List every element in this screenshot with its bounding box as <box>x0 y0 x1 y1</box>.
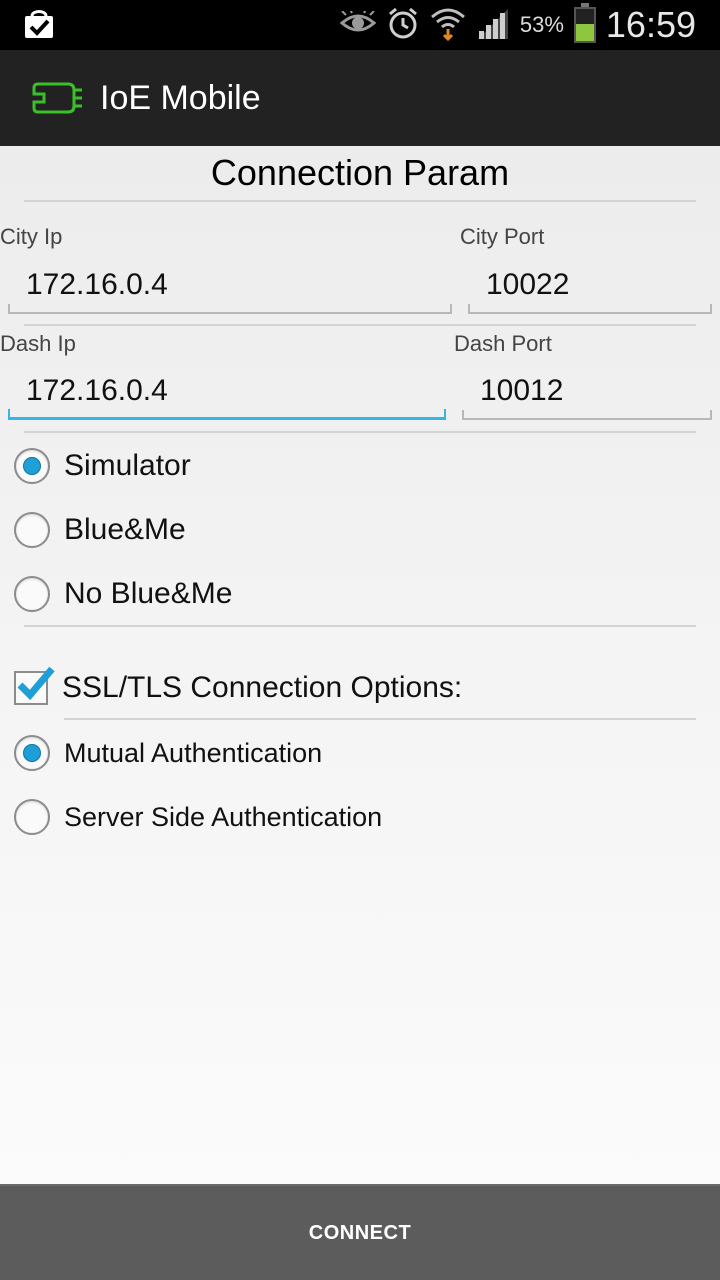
radio-blue-and-me[interactable]: Blue&Me <box>14 505 186 555</box>
divider <box>24 324 696 326</box>
clock: 16:59 <box>605 4 696 45</box>
battery-icon <box>573 3 596 43</box>
radio-button[interactable] <box>14 799 50 835</box>
ssl-tls-label: SSL/TLS Connection Options: <box>62 671 463 704</box>
radio-button[interactable] <box>14 735 50 771</box>
connection-form: Connection Param City Ip City Port 172.1… <box>0 146 720 1184</box>
divider <box>24 431 696 433</box>
ssl-tls-checkbox-row[interactable]: SSL/TLS Connection Options: <box>14 663 462 713</box>
connect-button-label: CONNECT <box>308 1221 412 1244</box>
radio-button[interactable] <box>14 448 50 484</box>
radio-blue-and-me-label: Blue&Me <box>64 513 186 546</box>
radio-mutual-authentication-label: Mutual Authentication <box>64 737 323 768</box>
ioe-logo-icon[interactable] <box>30 76 84 120</box>
dash-port-input[interactable]: 10012 <box>462 370 712 420</box>
signal-icon <box>476 7 510 44</box>
ssl-tls-checkbox[interactable] <box>14 666 55 705</box>
city-port-input[interactable]: 10022 <box>468 264 712 314</box>
radio-simulator[interactable]: Simulator <box>14 441 191 491</box>
city-ip-input[interactable]: 172.16.0.4 <box>8 264 452 314</box>
radio-server-side-authentication[interactable]: Server Side Authentication <box>14 792 382 842</box>
status-bar: 53% 16:59 <box>0 0 720 50</box>
dash-ip-input[interactable]: 172.16.0.4 <box>8 370 446 420</box>
wifi-icon <box>430 5 466 46</box>
divider <box>24 625 696 627</box>
radio-button[interactable] <box>14 512 50 548</box>
alarm-clock-icon <box>386 6 420 45</box>
dash-ip-label: Dash Ip <box>0 331 76 356</box>
connect-button[interactable]: CONNECT <box>0 1184 720 1280</box>
checkmark-icon <box>17 666 55 701</box>
radio-mutual-authentication[interactable]: Mutual Authentication <box>14 728 322 778</box>
radio-simulator-label: Simulator <box>64 449 191 482</box>
eye-icon <box>339 8 377 40</box>
battery-percent: 53% <box>519 12 564 37</box>
section-title: Connection Param <box>24 150 696 202</box>
shopping-bag-check-icon <box>22 8 56 45</box>
radio-no-blue-and-me-label: No Blue&Me <box>64 577 233 610</box>
city-port-label: City Port <box>460 224 545 249</box>
radio-no-blue-and-me[interactable]: No Blue&Me <box>14 569 232 619</box>
app-title: IoE Mobile <box>100 78 261 117</box>
divider <box>64 718 696 720</box>
radio-button[interactable] <box>14 576 50 612</box>
action-bar: IoE Mobile <box>0 50 720 146</box>
dash-port-label: Dash Port <box>454 331 552 356</box>
city-ip-label: City Ip <box>0 224 63 249</box>
radio-server-side-authentication-label: Server Side Authentication <box>64 801 383 832</box>
